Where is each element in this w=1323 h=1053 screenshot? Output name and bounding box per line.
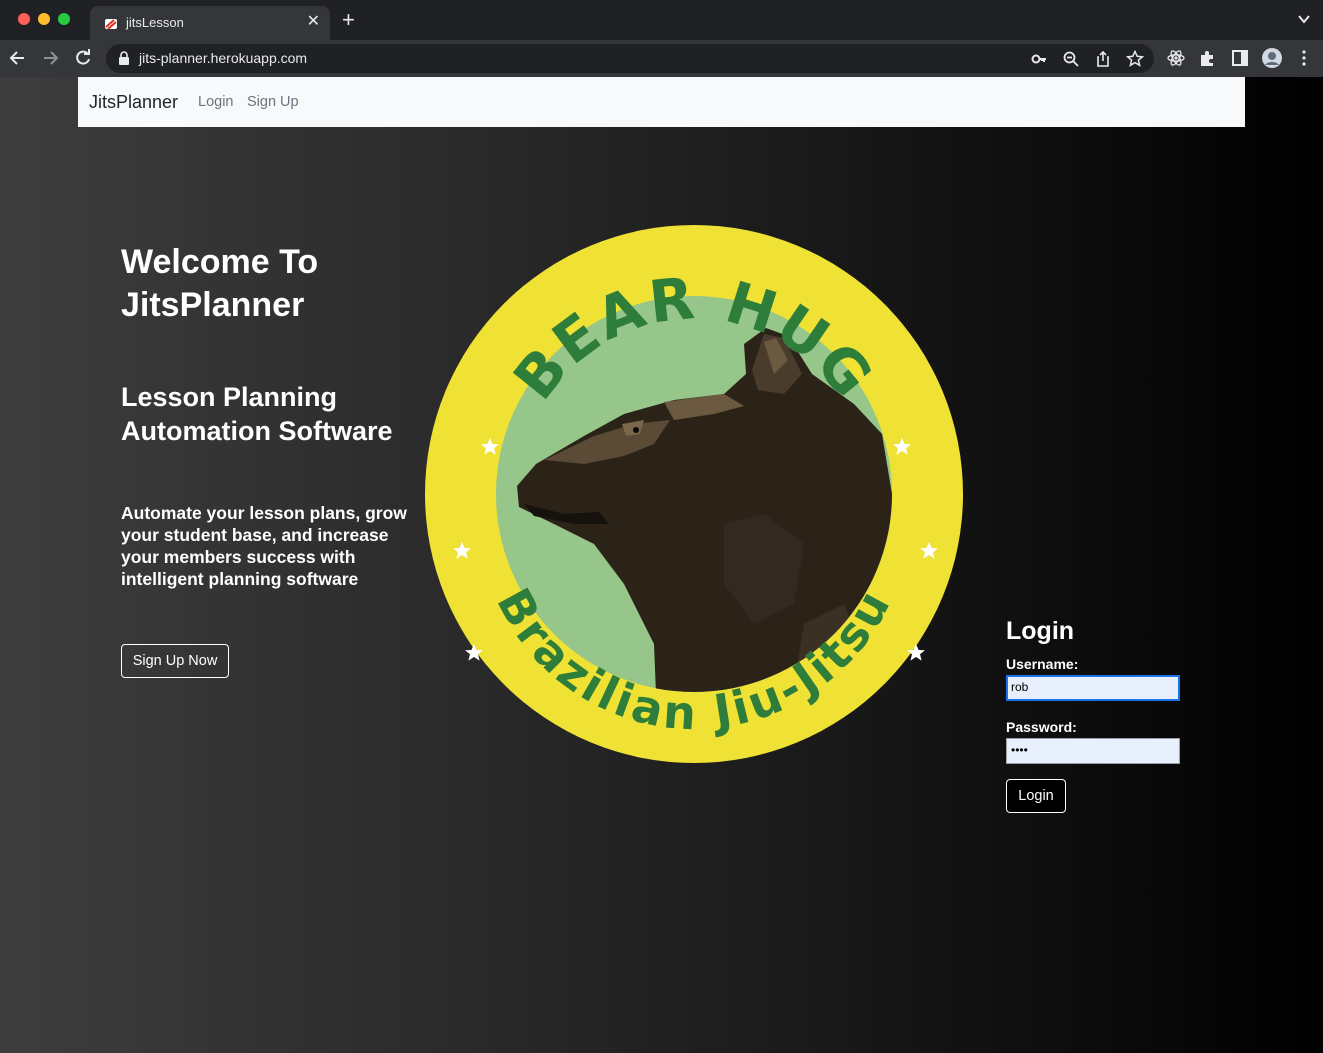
browser-tab-active[interactable]: jitsLesson ✕: [90, 6, 330, 40]
address-bar[interactable]: jits-planner.herokuapp.com: [106, 44, 1154, 73]
browser-tabstrip: jitsLesson ✕ +: [0, 0, 1323, 40]
share-icon[interactable]: [1094, 50, 1112, 68]
react-devtools-icon[interactable]: [1166, 48, 1186, 68]
reload-icon[interactable]: [73, 48, 93, 68]
browser-toolbar: jits-planner.herokuapp.com: [0, 40, 1323, 77]
tab-title: jitsLesson: [126, 15, 184, 30]
back-arrow-icon[interactable]: [8, 48, 28, 68]
hero-title: Welcome To JitsPlanner: [121, 243, 319, 324]
site-navbar: JitsPlanner Login Sign Up: [78, 77, 1245, 127]
username-label: Username:: [1006, 656, 1079, 672]
minimize-window-button[interactable]: [38, 13, 50, 25]
page-content: JitsPlanner Login Sign Up Welcome To Jit…: [0, 77, 1323, 1053]
tab-close-icon[interactable]: ✕: [307, 12, 320, 32]
signup-now-button[interactable]: Sign Up Now: [121, 644, 229, 678]
key-icon[interactable]: [1030, 50, 1048, 68]
new-tab-button[interactable]: +: [342, 9, 355, 31]
lock-icon[interactable]: [118, 51, 130, 65]
bear-hug-logo: BEAR HUG Brazilian Jiu-Jitsu: [425, 225, 963, 763]
forward-arrow-icon[interactable]: [40, 48, 60, 68]
profile-avatar-icon[interactable]: [1262, 48, 1282, 68]
browser-menu-icon[interactable]: [1294, 48, 1314, 68]
bookmark-star-icon[interactable]: [1126, 50, 1144, 68]
url-text[interactable]: jits-planner.herokuapp.com: [139, 50, 307, 66]
password-label: Password:: [1006, 719, 1077, 735]
hero-subtitle: Lesson Planning Automation Software: [121, 382, 393, 446]
nav-link-login[interactable]: Login: [198, 94, 233, 110]
maximize-window-button[interactable]: [58, 13, 70, 25]
side-panel-icon[interactable]: [1230, 48, 1250, 68]
close-window-button[interactable]: [18, 13, 30, 25]
site-favicon-icon: [105, 19, 117, 30]
username-input[interactable]: rob: [1006, 675, 1180, 701]
login-submit-button[interactable]: Login: [1006, 779, 1066, 813]
zoom-out-icon[interactable]: [1062, 50, 1080, 68]
nav-link-signup[interactable]: Sign Up: [247, 94, 299, 110]
tab-search-chevron-icon[interactable]: [1297, 12, 1311, 26]
login-form-title: Login: [1006, 617, 1075, 645]
extensions-puzzle-icon[interactable]: [1198, 48, 1218, 68]
navbar-brand[interactable]: JitsPlanner: [89, 92, 178, 113]
password-input[interactable]: ••••: [1006, 738, 1180, 764]
hero-description: Automate your lesson plans, grow your st…: [121, 503, 407, 589]
